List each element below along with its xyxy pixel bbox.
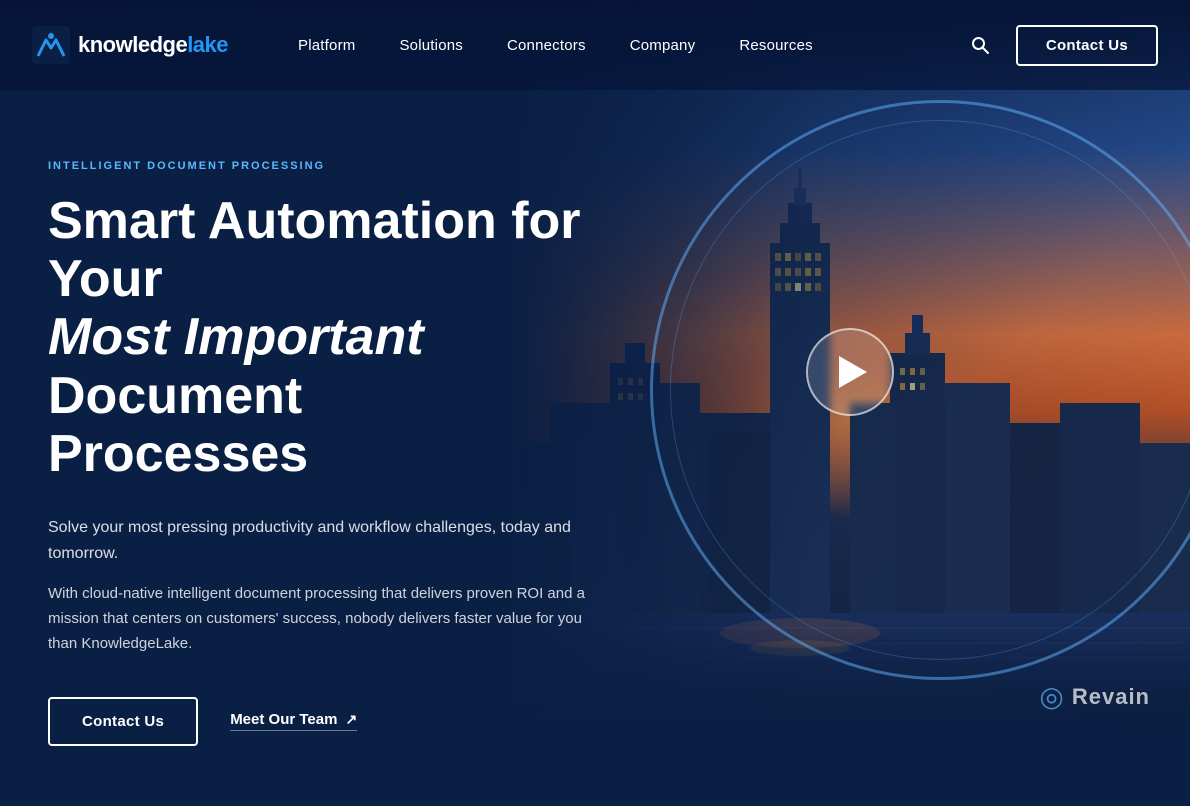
nav-item-platform[interactable]: Platform [276, 0, 377, 90]
nav-item-connectors[interactable]: Connectors [485, 0, 608, 90]
play-icon [839, 356, 867, 388]
logo[interactable]: knowledgelake [32, 26, 228, 64]
site-header: knowledgelake Platform Solutions Connect… [0, 0, 1190, 90]
revain-text: Revain [1072, 684, 1150, 710]
nav-item-company[interactable]: Company [608, 0, 718, 90]
play-button[interactable] [806, 328, 894, 416]
hero-contact-button[interactable]: Contact Us [48, 697, 198, 746]
hero-title-line3: Processes [48, 425, 308, 483]
hero-title-rest: Document [48, 367, 302, 425]
search-icon[interactable] [960, 25, 1000, 65]
header-contact-button[interactable]: Contact Us [1016, 25, 1158, 66]
meet-team-link[interactable]: Meet Our Team ↗ [230, 711, 357, 731]
revain-icon: ◎ [1039, 680, 1063, 713]
nav-item-resources[interactable]: Resources [717, 0, 835, 90]
main-nav: Platform Solutions Connectors Company Re… [276, 0, 956, 90]
meet-team-label: Meet Our Team [230, 711, 337, 728]
hero-title: Smart Automation for Your Most Important… [48, 192, 612, 483]
hero-tag: INTELLIGENT DOCUMENT PROCESSING [48, 160, 612, 172]
hero-actions: Contact Us Meet Our Team ↗ [48, 697, 612, 746]
hero-content: INTELLIGENT DOCUMENT PROCESSING Smart Au… [0, 100, 660, 806]
hero-title-italic: Most Important [48, 308, 424, 366]
nav-item-solutions[interactable]: Solutions [377, 0, 485, 90]
hero-title-line1: Smart Automation for Your [48, 192, 581, 308]
logo-icon [32, 26, 70, 64]
logo-lake: lake [187, 32, 228, 57]
logo-knowledge: knowledge [78, 32, 187, 57]
play-button-container [806, 328, 894, 416]
external-link-icon: ↗ [345, 711, 357, 728]
hero-subtitle: Solve your most pressing productivity an… [48, 515, 612, 566]
revain-watermark: ◎ Revain [1039, 680, 1150, 713]
hero-body: With cloud-native intelligent document p… [48, 582, 612, 656]
